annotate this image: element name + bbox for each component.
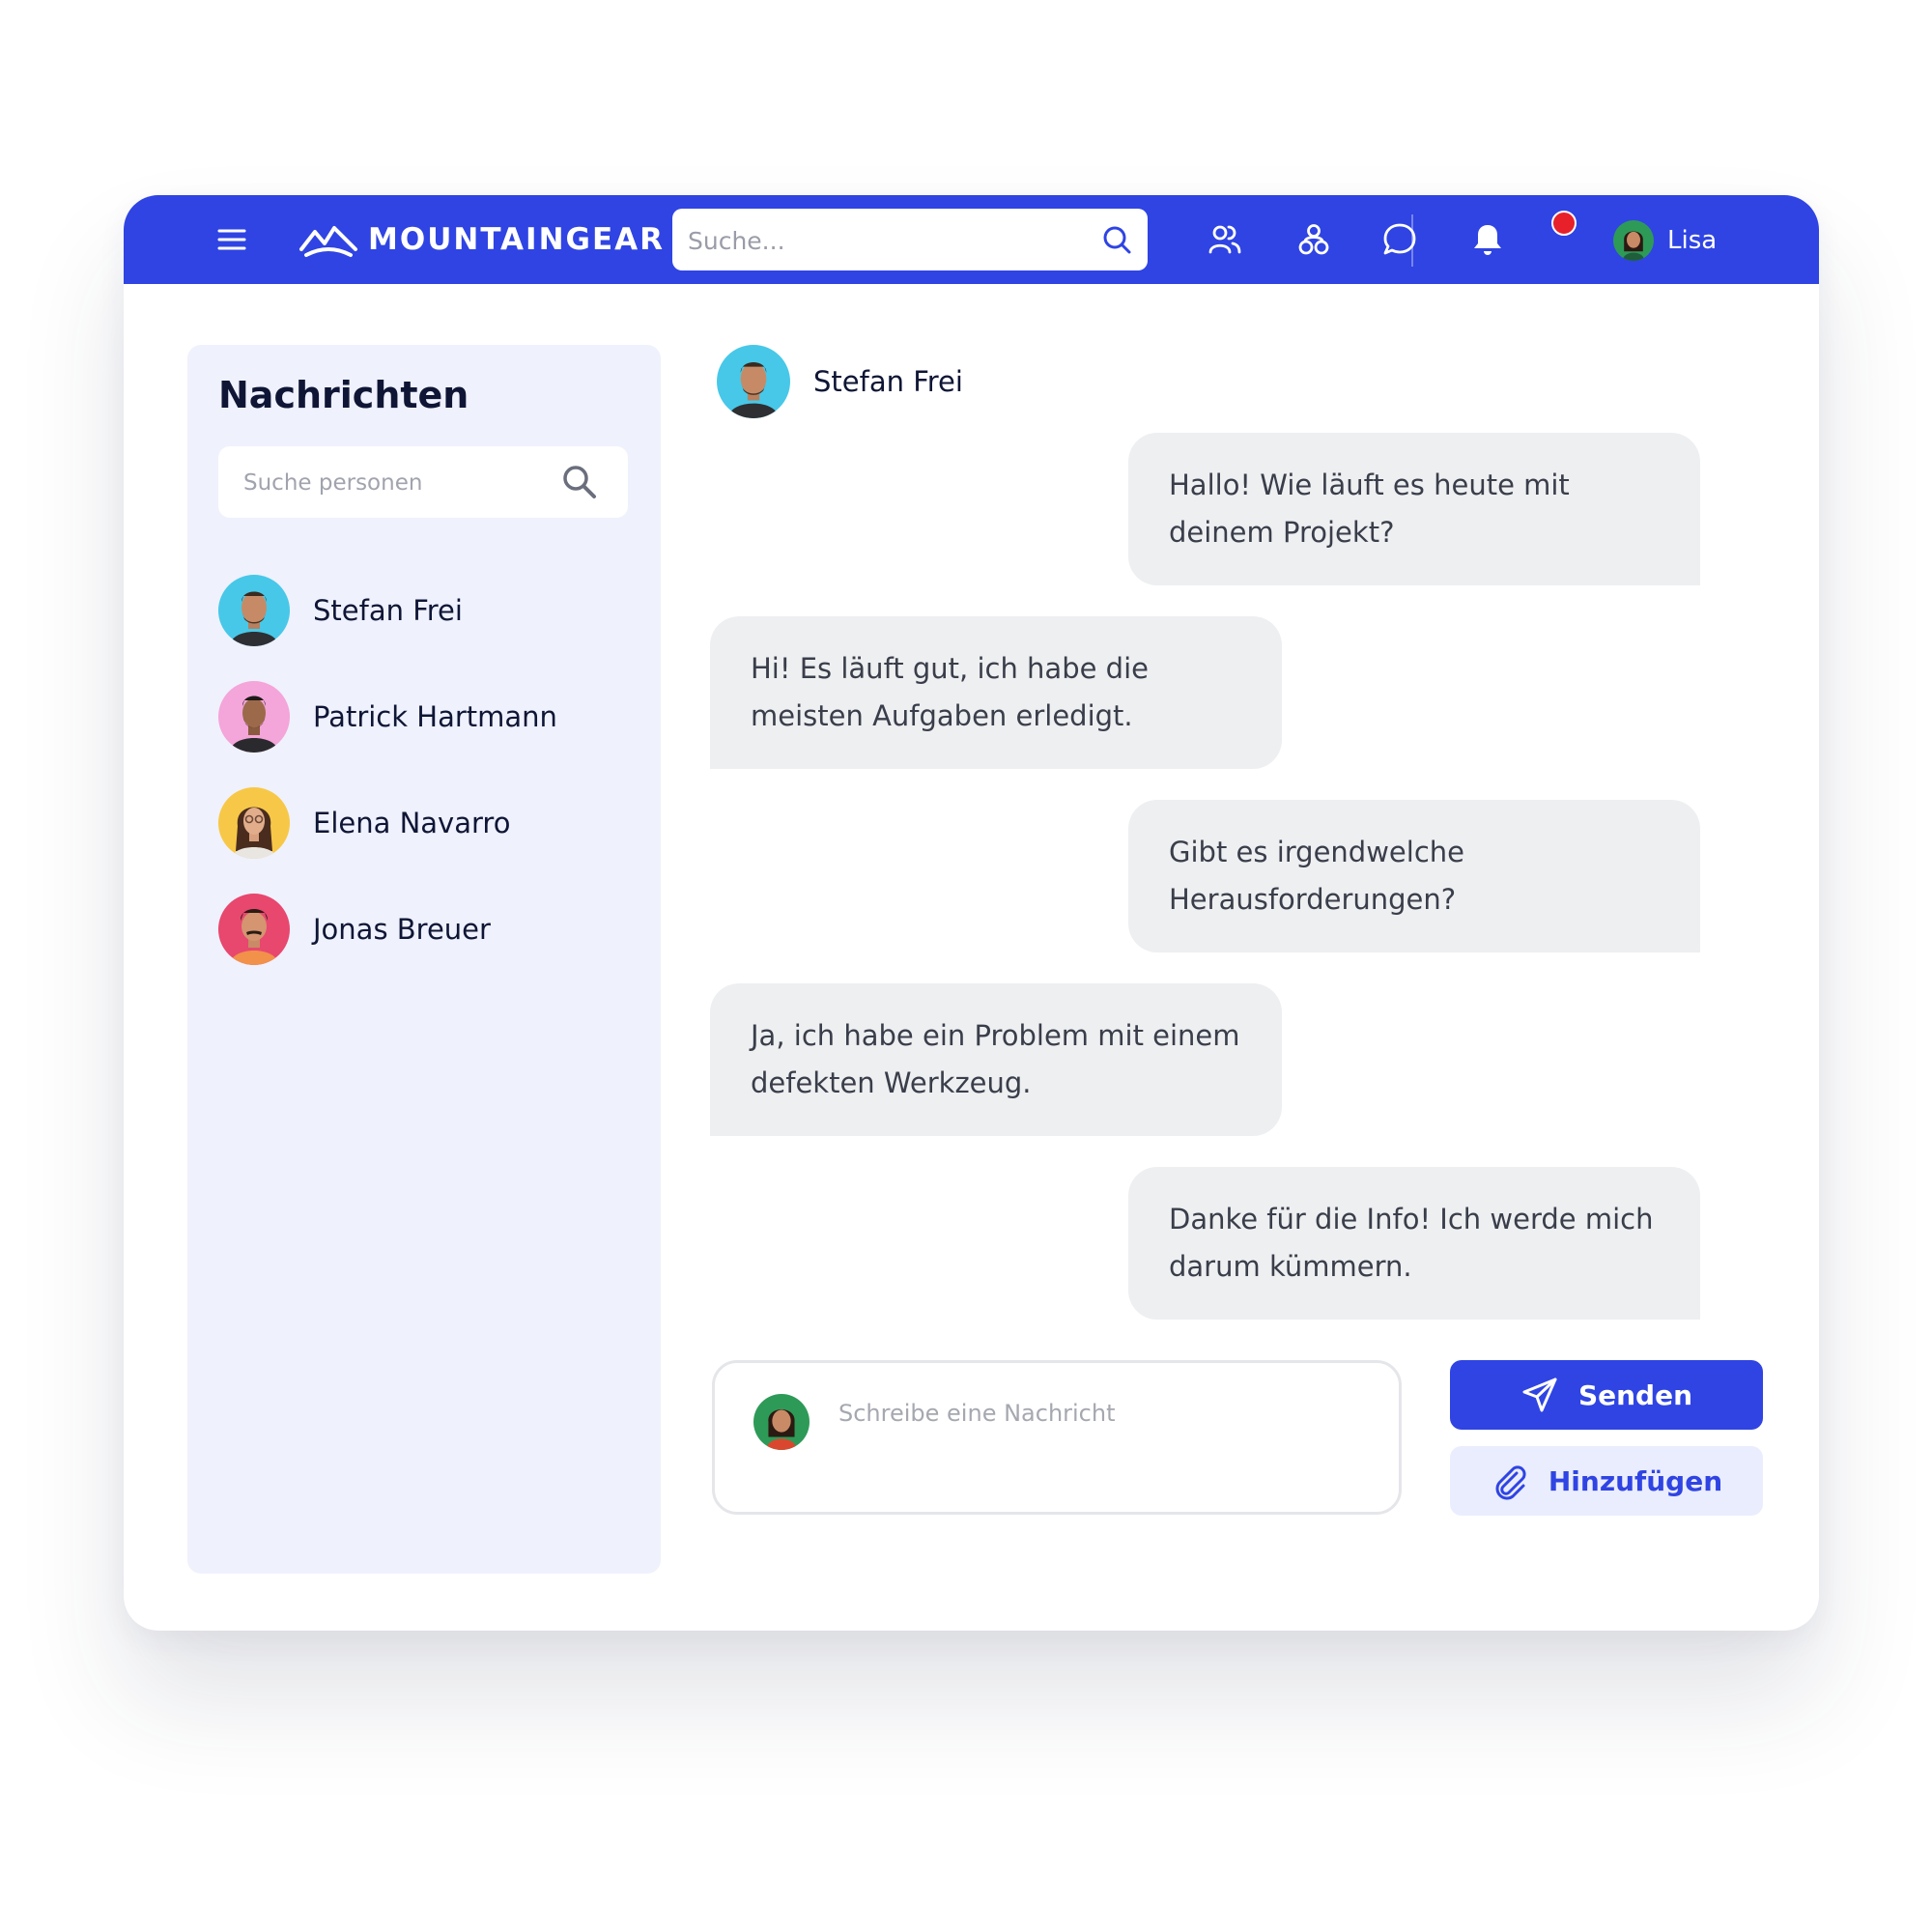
search-icon[interactable] [560, 463, 599, 501]
message-bubble-outgoing: Hallo! Wie läuft es heute mit deinem Pro… [1128, 433, 1700, 585]
send-button-label: Senden [1577, 1378, 1693, 1411]
app-window: MOUNTAINGEAR Lisa Nachrichten [124, 195, 1819, 1631]
contact-name: Jonas Breuer [313, 913, 491, 946]
chat-partner-avatar[interactable] [717, 345, 790, 418]
message-bubble-incoming: Hi! Es läuft gut, ich habe die meisten A… [710, 616, 1282, 769]
top-navbar: MOUNTAINGEAR Lisa [124, 195, 1819, 284]
contact-avatar [218, 575, 290, 646]
groups-icon[interactable] [1294, 220, 1333, 259]
people-search-input[interactable] [242, 446, 554, 520]
contact-avatar [218, 787, 290, 859]
search-icon[interactable] [1099, 222, 1134, 257]
people-icon[interactable] [1206, 220, 1244, 259]
people-search [218, 446, 628, 520]
user-avatar [1613, 220, 1654, 261]
sidebar-title: Nachrichten [218, 374, 469, 416]
message-bubble-incoming: Ja, ich habe ein Problem mit einem defek… [710, 983, 1282, 1136]
contact-item[interactable]: Jonas Breuer [218, 894, 634, 965]
user-menu[interactable]: Lisa [1613, 219, 1717, 262]
contact-name: Patrick Hartmann [313, 700, 557, 733]
mountain-logo-icon [299, 226, 357, 257]
bell-icon[interactable] [1468, 220, 1507, 259]
paper-plane-icon [1522, 1378, 1557, 1412]
menu-icon[interactable] [214, 222, 249, 257]
global-search-input[interactable] [686, 209, 1076, 272]
attach-button[interactable]: Hinzufügen [1450, 1446, 1763, 1516]
contact-item[interactable]: Stefan Frei [218, 575, 634, 646]
notification-badge [1551, 211, 1577, 236]
contact-avatar [218, 894, 290, 965]
chat-header: Stefan Frei [717, 345, 963, 418]
contact-item[interactable]: Patrick Hartmann [218, 681, 634, 753]
send-button[interactable]: Senden [1450, 1360, 1763, 1430]
brand-logo[interactable]: MOUNTAINGEAR [298, 216, 665, 263]
chat-partner-name: Stefan Frei [813, 365, 963, 398]
composer-user-avatar [753, 1394, 810, 1450]
user-name: Lisa [1667, 226, 1718, 255]
message-bubble-outgoing: Gibt es irgendwelche Herausforderungen? [1128, 800, 1700, 952]
brand-name: MOUNTAINGEAR [368, 222, 666, 257]
message-input[interactable] [837, 1398, 1381, 1498]
contact-item[interactable]: Elena Navarro [218, 787, 634, 859]
contact-list: Stefan Frei Patrick Hartmann Elena Navar… [218, 575, 634, 1000]
paperclip-icon [1495, 1465, 1526, 1500]
contact-name: Elena Navarro [313, 807, 511, 839]
conversation-sidebar: Nachrichten Stefan Frei Patrick Hartmann [187, 345, 661, 1574]
chat-icon[interactable] [1380, 220, 1419, 259]
attach-button-label: Hinzufügen [1548, 1464, 1723, 1497]
contact-avatar [218, 681, 290, 753]
contact-name: Stefan Frei [313, 594, 463, 627]
message-composer [712, 1360, 1402, 1515]
message-bubble-outgoing: Danke für die Info! Ich werde mich darum… [1128, 1167, 1700, 1320]
global-search [672, 209, 1148, 272]
